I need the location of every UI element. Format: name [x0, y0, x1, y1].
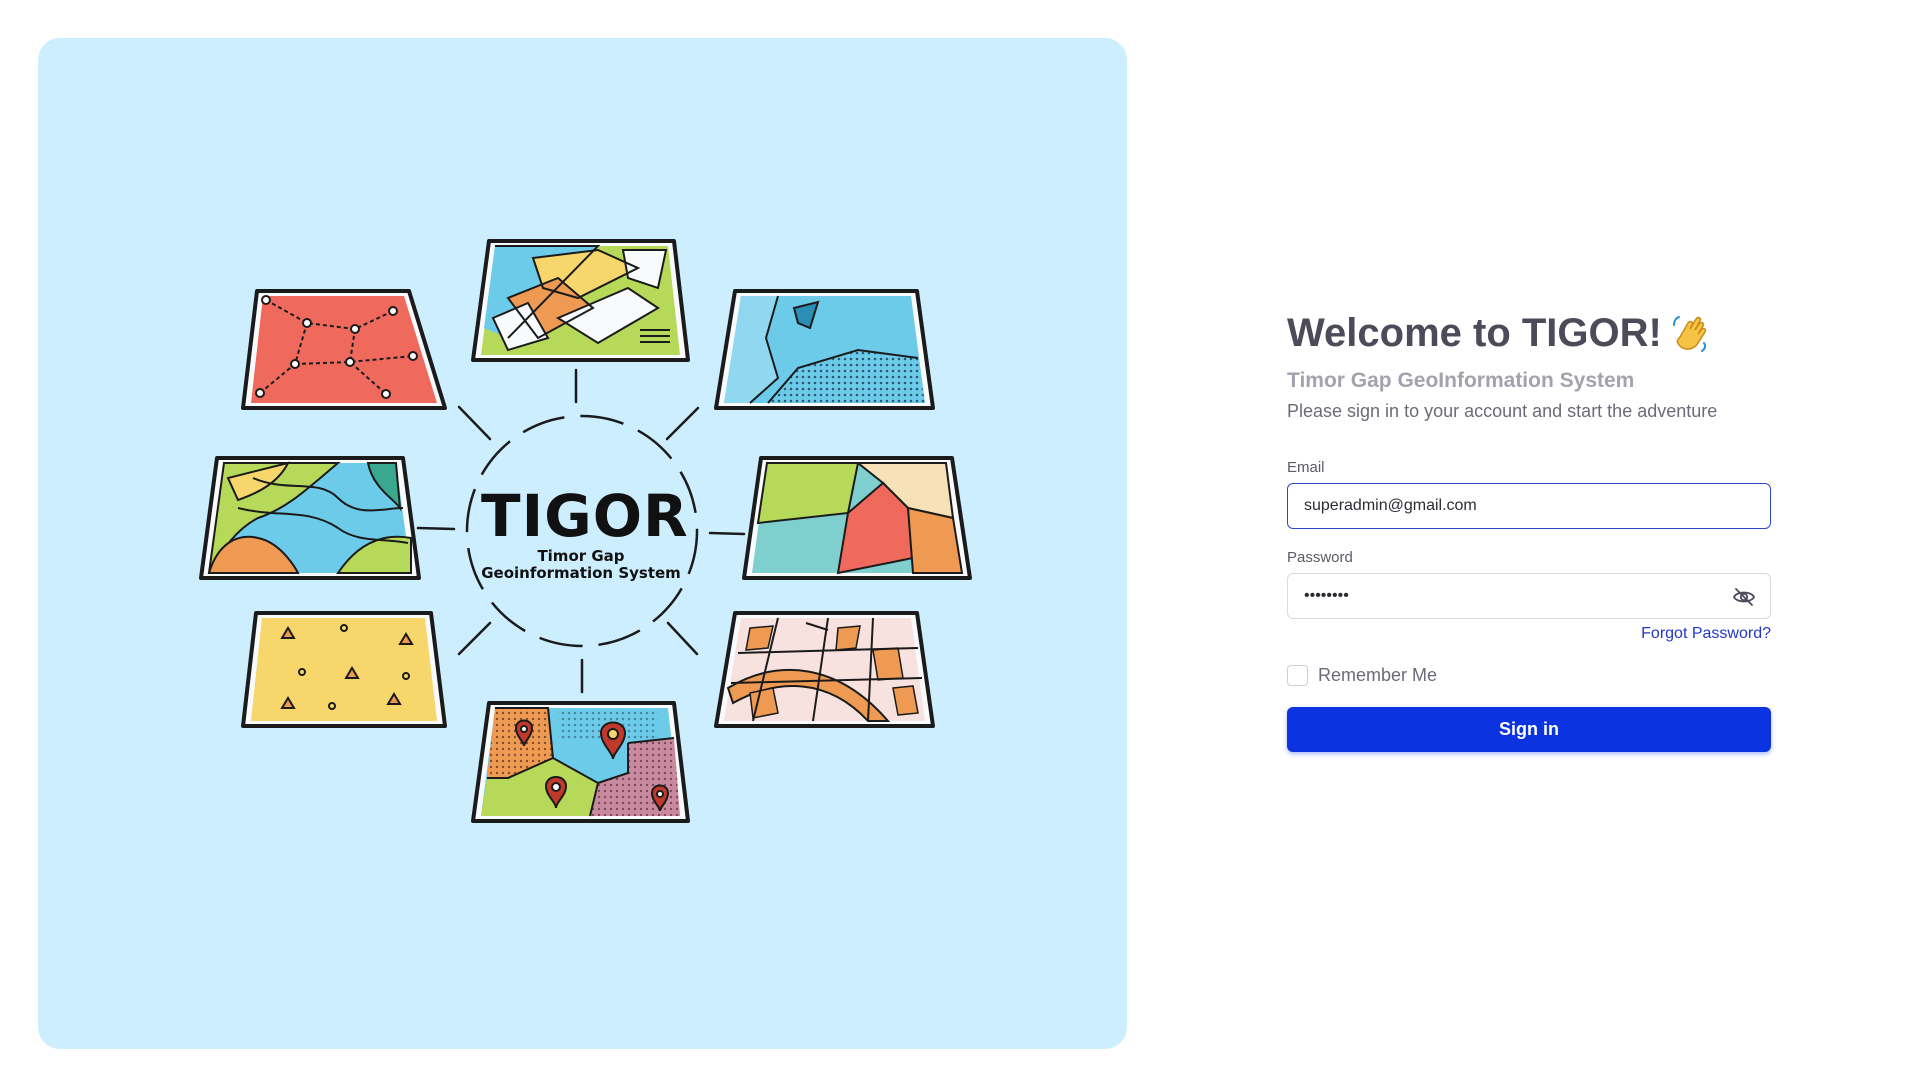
welcome-title: Welcome to TIGOR! [1287, 310, 1662, 355]
pins-map-icon [471, 701, 690, 823]
contour-map-icon [199, 456, 421, 580]
sign-in-button[interactable]: Sign in [1287, 707, 1771, 752]
waving-hand-icon [1672, 316, 1707, 352]
tagline: Please sign in to your account and start… [1287, 401, 1718, 421]
login-page: TIGOR Timor Gap Geoinformation System We… [0, 0, 1909, 1080]
remember-row: Remember Me [1287, 665, 1771, 686]
hero-illustration-panel: TIGOR Timor Gap Geoinformation System [38, 38, 1127, 1049]
remember-me-checkbox[interactable] [1287, 665, 1308, 686]
hero-title: TIGOR [481, 482, 689, 550]
email-field[interactable] [1304, 484, 1724, 528]
password-field-wrapper [1287, 573, 1771, 619]
forgot-row: Forgot Password? [1287, 625, 1771, 643]
regions-map-icon [742, 456, 972, 580]
hero-subtitle-line1: Timor Gap [537, 547, 625, 565]
login-form: Welcome to TIGOR! Timor Gap GeoInformati… [1287, 306, 1771, 752]
hero-subtitle: Timor Gap Geoinformation System [481, 548, 681, 582]
welcome-header: Welcome to TIGOR! [1287, 306, 1771, 360]
eye-off-icon[interactable] [1732, 585, 1756, 609]
coast-map-icon [714, 289, 935, 410]
network-map-icon [241, 289, 447, 410]
plots-map-icon [471, 239, 690, 362]
streets-map-icon [714, 611, 935, 728]
forgot-password-link[interactable]: Forgot Password? [1641, 625, 1771, 642]
password-label: Password [1287, 549, 1353, 566]
hero-subtitle-line2: Geoinformation System [481, 564, 681, 582]
email-label: Email [1287, 459, 1325, 476]
email-field-wrapper [1287, 483, 1771, 529]
system-name: Timor Gap GeoInformation System [1287, 369, 1635, 392]
remember-me-label[interactable]: Remember Me [1318, 665, 1437, 686]
terrain-map-icon [241, 611, 447, 728]
password-field[interactable] [1304, 574, 1724, 618]
